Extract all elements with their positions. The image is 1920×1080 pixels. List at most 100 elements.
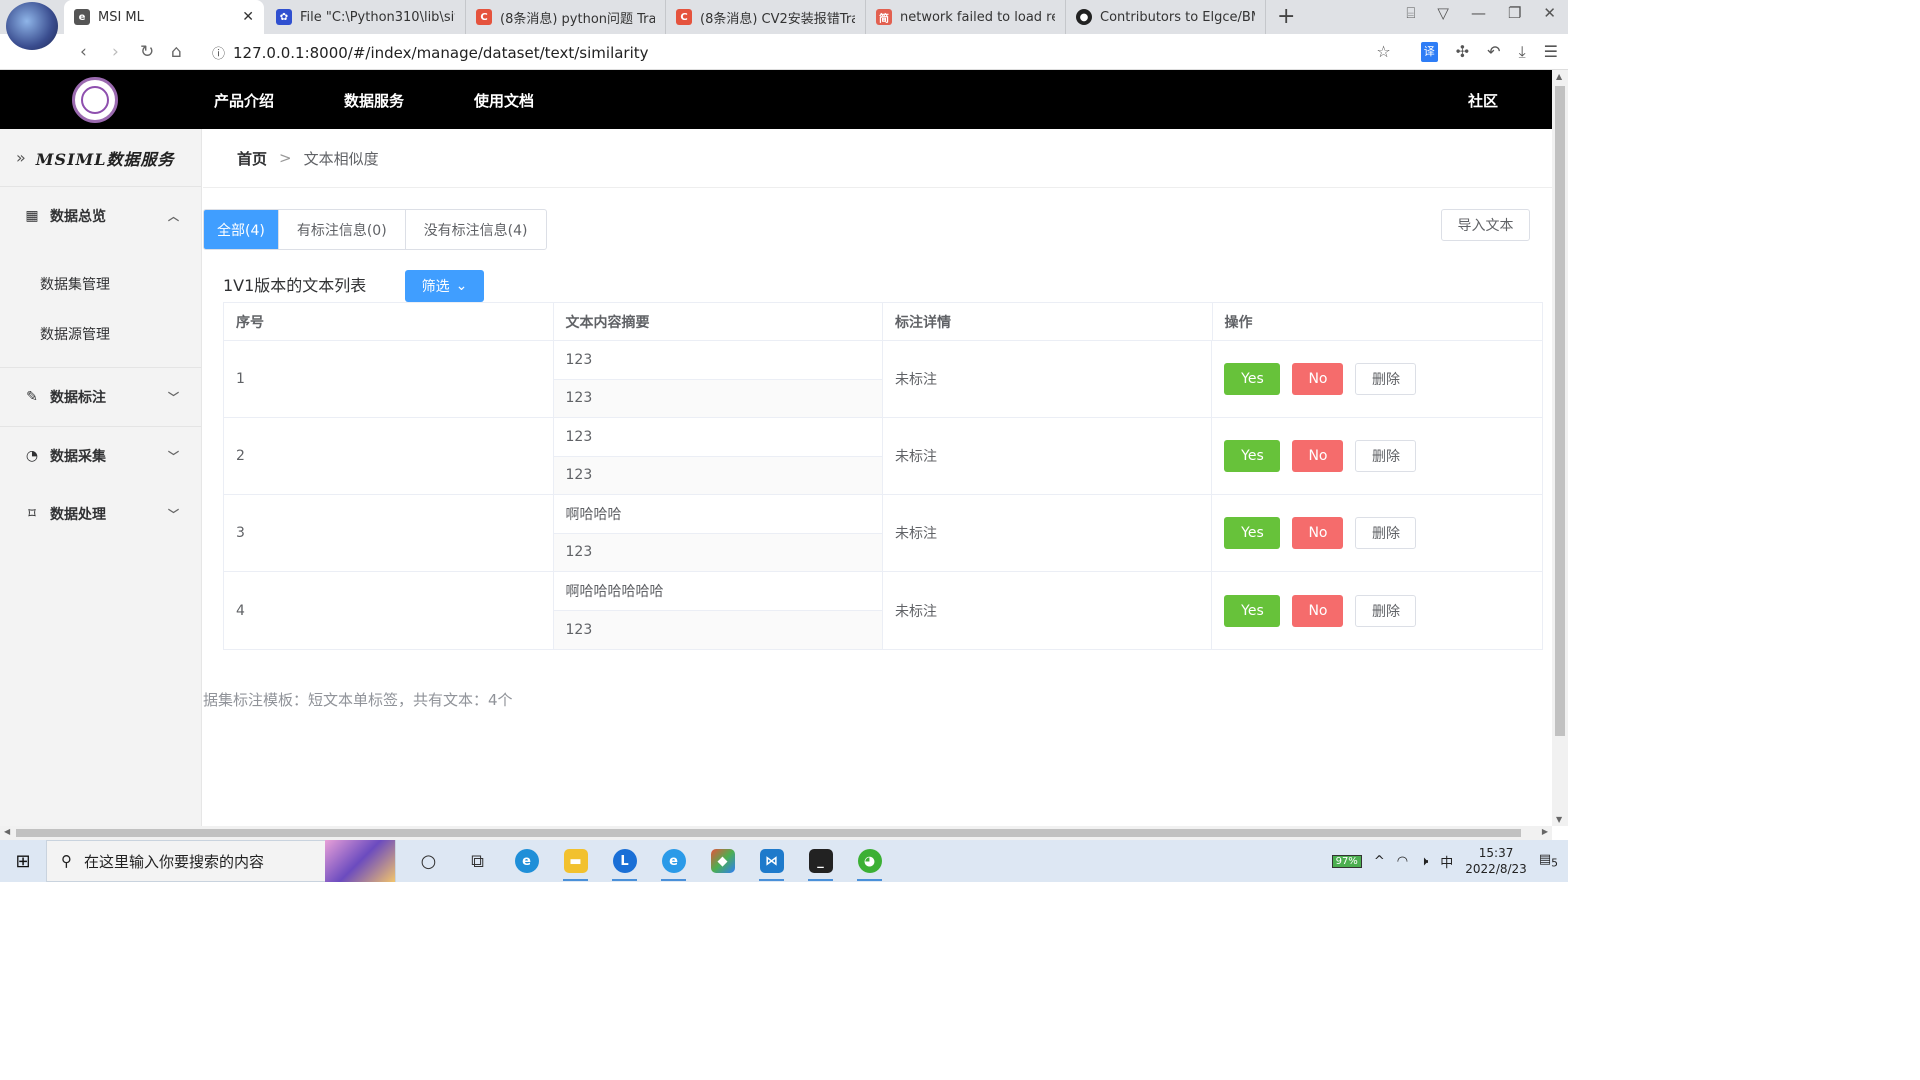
scrollbar-thumb[interactable] xyxy=(16,829,1521,837)
row-id: 1 xyxy=(224,341,554,417)
wechat-icon[interactable]: ◕ xyxy=(845,840,894,882)
scrollbar-thumb[interactable] xyxy=(1555,86,1565,736)
no-button[interactable]: No xyxy=(1292,440,1344,472)
bookmark-star-icon[interactable]: ☆ xyxy=(1376,42,1390,62)
row-summary: 123 123 xyxy=(553,341,883,417)
delete-button[interactable]: 删除 xyxy=(1355,517,1417,549)
column-header-summary: 文本内容摘要 xyxy=(554,303,883,340)
no-button[interactable]: No xyxy=(1292,363,1344,395)
sidebar-item-collect[interactable]: ◔ 数据采集 ﹀ xyxy=(0,427,201,485)
vertical-scrollbar[interactable]: ▲ ▼ xyxy=(1552,70,1568,826)
no-button[interactable]: No xyxy=(1292,517,1344,549)
git-icon[interactable]: ◆ xyxy=(698,840,747,882)
undo-icon[interactable]: ↶ xyxy=(1487,42,1500,62)
delete-button[interactable]: 删除 xyxy=(1355,440,1417,472)
browser-tab-jianshu[interactable]: 简 network failed to load resp xyxy=(866,0,1066,34)
sidebar-item-datasource-manage[interactable]: 数据源管理 xyxy=(0,309,201,359)
sidebar-item-annotate[interactable]: ✎ 数据标注 ﹀ xyxy=(0,368,201,426)
text-b: 123 xyxy=(553,456,882,494)
cortana-icon[interactable]: ○ xyxy=(404,840,453,882)
new-tab-button[interactable]: + xyxy=(1277,4,1295,29)
download-icon[interactable]: ⤓ xyxy=(1519,42,1526,62)
maximize-button[interactable]: ❐ xyxy=(1508,4,1521,22)
yes-button[interactable]: Yes xyxy=(1224,517,1281,549)
windows-start-icon[interactable]: ⊞ xyxy=(0,851,46,872)
sidebar-item-overview[interactable]: ▦ 数据总览 ︿ xyxy=(0,187,201,245)
lenovo-icon[interactable]: L xyxy=(600,840,649,882)
tab-all[interactable]: 全部(4) xyxy=(204,210,279,249)
close-icon[interactable]: ✕ xyxy=(242,9,254,25)
shirt-icon[interactable]: ▽ xyxy=(1437,4,1449,22)
scroll-left-icon[interactable]: ◀ xyxy=(4,827,10,836)
notification-icon[interactable]: ▤5 xyxy=(1539,852,1558,870)
import-text-button[interactable]: 导入文本 xyxy=(1441,209,1530,241)
nav-product-intro[interactable]: 产品介绍 xyxy=(214,90,274,111)
table-row: 2 123 123 未标注 Yes No 删除 xyxy=(224,418,1542,495)
nav-data-service[interactable]: 数据服务 xyxy=(344,90,404,111)
scroll-right-icon[interactable]: ▶ xyxy=(1542,827,1548,836)
browser-profile-avatar[interactable] xyxy=(6,2,58,50)
file-explorer-icon[interactable]: ▬ xyxy=(551,840,600,882)
csdn-icon: C xyxy=(676,9,692,25)
menu-group-overview: ▦ 数据总览 ︿ 数据集管理 数据源管理 xyxy=(0,187,201,368)
column-header-id: 序号 xyxy=(224,303,554,340)
breadcrumb-home[interactable]: 首页 xyxy=(237,148,267,169)
browser-tab-csdn-1[interactable]: C (8条消息) python问题 Trac xyxy=(466,0,666,34)
scroll-up-icon[interactable]: ▲ xyxy=(1556,72,1562,81)
browser-app-icon[interactable]: e xyxy=(649,840,698,882)
sidebar-item-dataset-manage[interactable]: 数据集管理 xyxy=(0,259,201,309)
row-status: 未标注 xyxy=(883,418,1213,494)
tab-search-icon[interactable]: ⌸ xyxy=(1406,4,1415,22)
taskbar-search[interactable]: ⚲ 在这里输入你要搜索的内容 xyxy=(46,840,396,882)
battery-indicator[interactable]: 97% xyxy=(1331,854,1362,868)
sidebar-item-process[interactable]: ⌑ 数据处理 ﹀ xyxy=(0,485,201,543)
yes-button[interactable]: Yes xyxy=(1224,440,1281,472)
translate-icon[interactable]: 译 xyxy=(1420,42,1438,62)
breadcrumb-separator: > xyxy=(279,149,292,167)
reload-button[interactable]: ↻ xyxy=(140,42,154,62)
chevron-up-icon[interactable]: ^ xyxy=(1374,854,1385,869)
menu-icon[interactable]: ☰ xyxy=(1544,42,1558,62)
home-button[interactable]: ⌂ xyxy=(171,42,182,62)
wifi-icon[interactable]: ◠ xyxy=(1397,854,1408,869)
ime-indicator[interactable]: 中 xyxy=(1440,852,1453,871)
url-field[interactable]: ⓘ 127.0.0.1:8000/#/index/manage/dataset/t… xyxy=(212,43,649,62)
tab-unlabeled[interactable]: 没有标注信息(4) xyxy=(406,210,546,249)
main-content: 首页 > 文本相似度 全部(4) 有标注信息(0) 没有标注信息(4) 导入文本… xyxy=(203,129,1552,826)
terminal-icon[interactable]: _ xyxy=(796,840,845,882)
minimize-button[interactable]: — xyxy=(1471,4,1486,22)
extensions-icon[interactable]: ✣ xyxy=(1456,42,1469,62)
yes-button[interactable]: Yes xyxy=(1224,363,1281,395)
browser-tab-csdn-2[interactable]: C (8条消息) CV2安装报错Trac xyxy=(666,0,866,34)
back-button[interactable]: ‹ xyxy=(80,42,87,62)
university-logo[interactable] xyxy=(72,77,118,123)
delete-button[interactable]: 删除 xyxy=(1355,594,1417,627)
scroll-down-icon[interactable]: ▼ xyxy=(1556,815,1562,824)
task-view-icon[interactable]: ⧉ xyxy=(453,840,502,882)
vscode-icon[interactable]: ⋈ xyxy=(747,840,796,882)
text-a: 啊哈哈哈哈哈哈 xyxy=(553,572,882,611)
system-tray: 97% ^ ◠ 🕨 中 15:37 2022/8/23 ▤5 xyxy=(1331,845,1568,877)
yes-button[interactable]: Yes xyxy=(1224,594,1281,627)
tab-labeled[interactable]: 有标注信息(0) xyxy=(279,210,406,249)
double-chevron-right-icon[interactable]: » xyxy=(16,148,26,167)
edge-icon[interactable]: e xyxy=(502,840,551,882)
browser-tab-github[interactable]: ● Contributors to Elgce/BMl xyxy=(1066,0,1266,34)
forward-button[interactable]: › xyxy=(112,42,119,62)
delete-button[interactable]: 删除 xyxy=(1355,363,1417,395)
horizontal-scrollbar[interactable]: ◀ ▶ xyxy=(0,826,1552,840)
clock[interactable]: 15:37 2022/8/23 xyxy=(1465,845,1527,877)
close-window-button[interactable]: ✕ xyxy=(1543,4,1556,22)
nav-docs[interactable]: 使用文档 xyxy=(474,90,534,111)
column-header-actions: 操作 xyxy=(1224,314,1253,331)
browser-tab-msiml[interactable]: e MSI ML ✕ xyxy=(64,0,264,34)
grid-icon: ▦ xyxy=(25,208,39,224)
row-summary: 啊哈哈哈哈哈哈 123 xyxy=(553,572,883,649)
row-id: 2 xyxy=(224,418,554,494)
filter-dropdown-button[interactable]: 筛选 ⌄ xyxy=(405,270,484,302)
browser-tab-file[interactable]: ✿ File "C:\Python310\lib\site xyxy=(266,0,466,34)
speaker-muted-icon[interactable]: 🕨 xyxy=(1420,854,1428,869)
no-button[interactable]: No xyxy=(1292,594,1344,627)
nav-community[interactable]: 社区 xyxy=(1468,90,1498,111)
info-icon[interactable]: ⓘ xyxy=(212,47,225,62)
